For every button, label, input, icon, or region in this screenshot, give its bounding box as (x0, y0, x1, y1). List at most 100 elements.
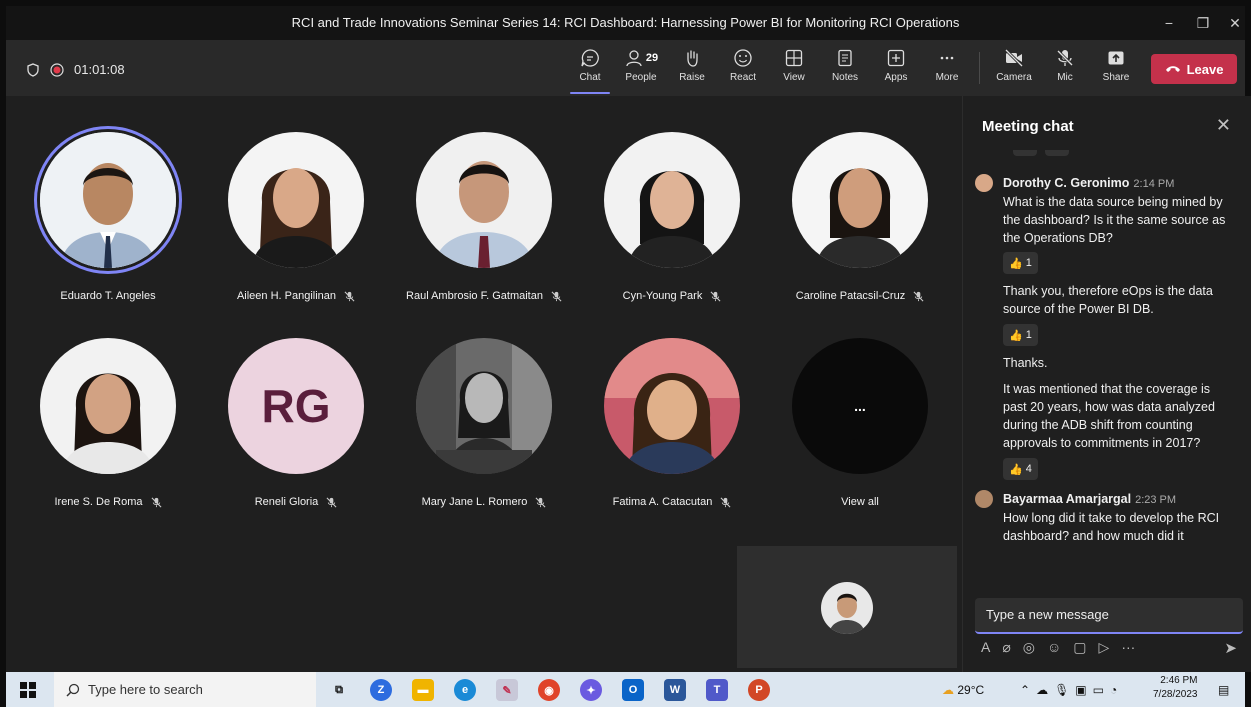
message-input[interactable]: Type a new message (975, 598, 1243, 634)
participant-name: Raul Ambrosio F. Gatmaitan (406, 290, 543, 302)
reaction-row-clipped (1013, 150, 1073, 156)
send-icon[interactable]: ➤ (1224, 639, 1237, 657)
title-bar: RCI and Trade Innovations Seminar Series… (6, 6, 1245, 40)
mic-button[interactable]: Mic (1042, 48, 1088, 92)
emoji-icon[interactable]: ☺ (1047, 639, 1061, 656)
minimize-button[interactable]: − (1152, 6, 1186, 40)
view-button[interactable]: View (771, 48, 817, 92)
thumbs-up-icon: 👍 (1009, 463, 1023, 476)
message-text: It was mentioned that the coverage is pa… (1003, 382, 1215, 450)
close-chat-button[interactable]: ✕ (1216, 115, 1231, 136)
word-icon[interactable]: W (664, 679, 686, 701)
schedule-icon[interactable]: ▷ (1099, 639, 1110, 656)
display-icon[interactable]: ▣ (1075, 683, 1086, 697)
toolbar-divider (979, 52, 980, 84)
wifi-icon[interactable]: ◔ (1110, 683, 1117, 697)
view-label: View (783, 72, 805, 83)
reaction-count: 1 (1025, 329, 1032, 341)
people-button[interactable]: 29 People (618, 48, 664, 92)
mic-off-icon (710, 291, 721, 301)
edge-icon[interactable]: e (454, 679, 476, 701)
compose-toolbar: A ⌀ ◎ ☺ ▢ ▷ ··· (981, 639, 1135, 656)
file-explorer-icon[interactable]: ▬ (412, 679, 434, 701)
mic-off-icon (151, 497, 161, 507)
leave-button[interactable]: Leave (1151, 54, 1237, 84)
chat-message: It was mentioned that the coverage is pa… (1003, 380, 1233, 452)
battery-icon[interactable]: ▭ (1093, 683, 1104, 697)
self-view[interactable] (737, 546, 957, 668)
weather-widget[interactable]: ☁ 29°C (942, 672, 984, 707)
message-text: What is the data source being mined by t… (1003, 195, 1226, 245)
thumbs-up-icon: 👍 (1009, 257, 1023, 270)
microphone-icon[interactable]: 🎙 (1054, 683, 1069, 697)
avatar (604, 338, 740, 474)
cloud-sun-icon: ☁ (942, 682, 954, 697)
taskbar-clock[interactable]: 2:46 PM 7/28/2023 (1153, 674, 1198, 702)
attach-icon[interactable]: ⌀ (1002, 639, 1010, 656)
chat-message: Bayarmaa Amarjargal 2:23 PM How long did … (1003, 490, 1233, 545)
chat-messages[interactable]: Dorothy C. Geronimo 2:14 PM What is the d… (963, 150, 1251, 560)
ellipsis-icon (940, 56, 954, 60)
notifications-icon[interactable]: ▤ (1218, 672, 1229, 707)
zoom-app-icon[interactable]: Z (370, 679, 392, 701)
grid-icon (785, 49, 803, 67)
react-button[interactable]: React (720, 48, 766, 92)
meeting-chat-panel: Meeting chat ✕ Dorothy C. Geronimo 2:14 P… (962, 96, 1251, 672)
raise-hand-button[interactable]: Raise (669, 48, 715, 92)
participant-name: Caroline Patacsil-Cruz (795, 290, 906, 302)
windows-start-icon[interactable] (20, 682, 36, 698)
camera-button[interactable]: Camera (991, 48, 1037, 92)
participant-tile[interactable]: Aileen H. Pangilinan (206, 132, 386, 302)
notes-button[interactable]: Notes (822, 48, 868, 92)
participant-tile[interactable]: Irene S. De Roma (18, 338, 198, 508)
notes-icon (838, 49, 852, 67)
participant-name: Aileen H. Pangilinan (236, 290, 337, 302)
message-text: How long did it take to develop the RCI … (1003, 511, 1220, 543)
system-tray[interactable]: ⌃ ☁ 🎙 ▣ ▭ ◔ (1020, 672, 1117, 707)
more-options-icon[interactable]: ··· (1121, 639, 1135, 656)
outlook-icon[interactable]: O (622, 679, 644, 701)
participant-tile[interactable]: Eduardo T. Angeles (18, 132, 198, 302)
restore-button[interactable]: ❐ (1186, 6, 1220, 40)
message-time: 2:14 PM (1133, 178, 1175, 190)
participant-tile[interactable]: Fatima A. Catacutan (582, 338, 762, 508)
message-text: Thanks. (1003, 356, 1048, 370)
powerpoint-icon[interactable]: P (748, 679, 770, 701)
avatar (416, 338, 552, 474)
chat-button[interactable]: Chat (567, 48, 613, 94)
paint-icon[interactable]: ✎ (496, 679, 518, 701)
teams-icon[interactable]: T (706, 679, 728, 701)
person-portrait-icon (416, 132, 552, 268)
shield-icon (27, 62, 39, 77)
people-count: 29 (645, 52, 659, 64)
format-icon[interactable]: A (981, 639, 990, 656)
participant-name-row: Aileen H. Pangilinan (206, 290, 386, 302)
more-button[interactable]: More (924, 48, 970, 92)
camera-label: Camera (996, 72, 1032, 83)
participant-tile[interactable]: Raul Ambrosio F. Gatmaitan (394, 132, 574, 302)
copilot-icon[interactable]: ✦ (580, 679, 602, 701)
apps-button[interactable]: Apps (873, 48, 919, 92)
person-portrait-icon (40, 338, 176, 474)
like-reaction[interactable]: 👍 1 (1003, 252, 1038, 274)
share-icon (1108, 51, 1124, 65)
participant-tile[interactable]: Mary Jane L. Romero (394, 338, 574, 508)
loop-icon[interactable]: ◎ (1023, 639, 1035, 656)
chevron-up-icon[interactable]: ⌃ (1020, 683, 1030, 697)
chrome-icon[interactable]: ◉ (538, 679, 560, 701)
chat-label: Chat (579, 72, 601, 83)
sticker-icon[interactable]: ▢ (1073, 639, 1086, 656)
participant-tile[interactable]: Caroline Patacsil-Cruz (770, 132, 950, 302)
onedrive-icon[interactable]: ☁ (1036, 683, 1048, 697)
task-view-icon[interactable]: ⧉ (328, 679, 350, 701)
close-button[interactable]: ✕ (1218, 6, 1251, 40)
view-all-tile[interactable]: ... View all (770, 338, 950, 508)
mic-off-icon (535, 497, 546, 507)
like-reaction[interactable]: 👍 1 (1003, 324, 1038, 346)
reaction-count: 4 (1025, 463, 1032, 475)
participant-tile[interactable]: Cyn-Young Park (582, 132, 762, 302)
taskbar-search[interactable]: Type here to search (54, 672, 316, 707)
share-button[interactable]: Share (1093, 48, 1139, 92)
participant-tile[interactable]: RG Reneli Gloria (206, 338, 386, 508)
like-reaction[interactable]: 👍 4 (1003, 458, 1038, 480)
